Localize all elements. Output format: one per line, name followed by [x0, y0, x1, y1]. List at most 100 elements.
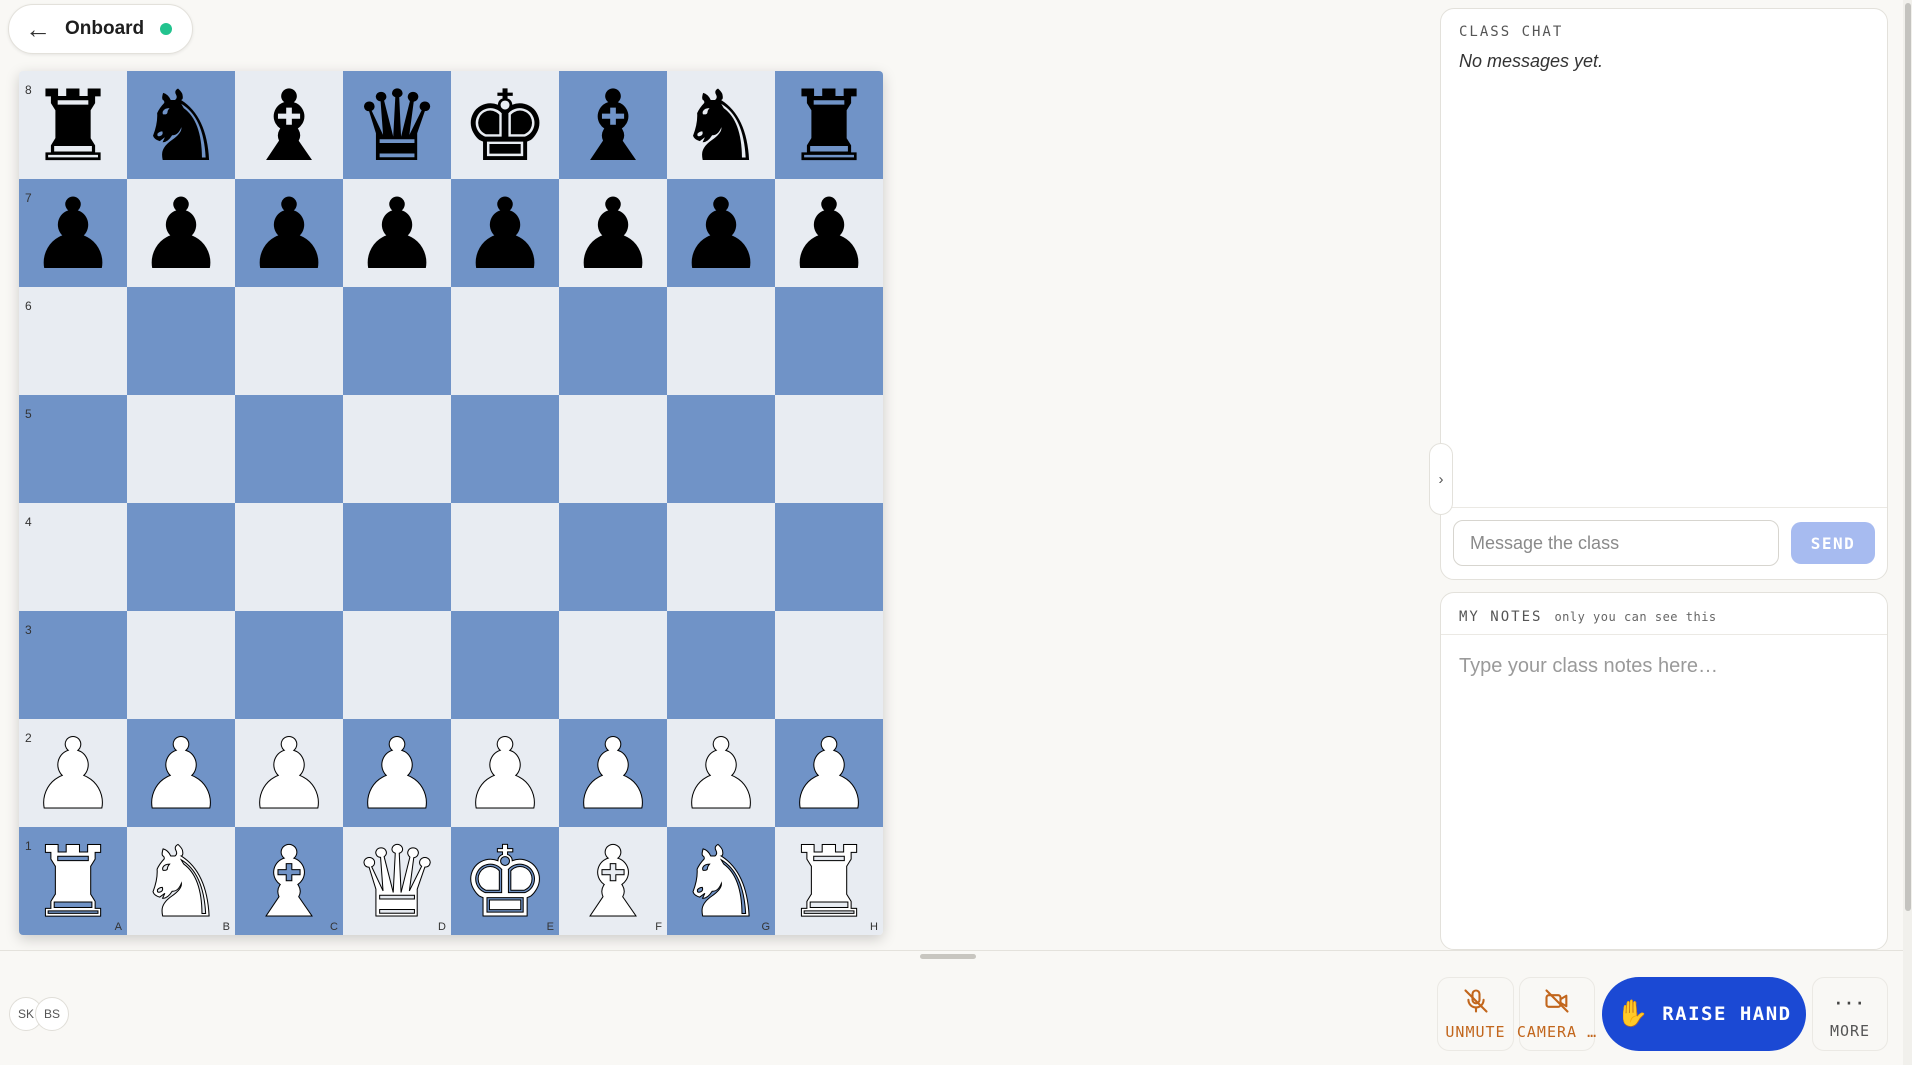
- camera-button[interactable]: CAMERA …: [1517, 977, 1596, 1051]
- notes-textarea[interactable]: [1442, 639, 1886, 939]
- black-pawn-icon[interactable]: ♟: [569, 186, 657, 284]
- chess-board[interactable]: ♜ 8 ♞ ♝ ♛ ♚ ♝ ♞ ♜ ♟ 7 ♟ ♟ ♟ ♟ ♟ ♟ ♟ 6 5 4 3 ♟ 2 ♟ ♟ ♟ ♟ ♟ ♟ ♟ ♜ 1 A ♞ B ♝ C ♛ D…: [19, 71, 883, 935]
- unmute-button[interactable]: UNMUTE: [1437, 977, 1514, 1051]
- square-d4[interactable]: [343, 503, 451, 611]
- square-a1[interactable]: ♜ 1 A: [19, 827, 127, 935]
- square-c6[interactable]: [235, 287, 343, 395]
- square-d1[interactable]: ♛ D: [343, 827, 451, 935]
- square-a4[interactable]: 4: [19, 503, 127, 611]
- white-pawn-icon[interactable]: ♟: [677, 726, 766, 825]
- black-pawn-icon[interactable]: ♟: [461, 186, 549, 284]
- square-f3[interactable]: [559, 611, 667, 719]
- white-queen-icon[interactable]: ♛: [353, 834, 442, 933]
- black-knight-icon[interactable]: ♞: [137, 78, 225, 176]
- square-e5[interactable]: [451, 395, 559, 503]
- square-h7[interactable]: ♟: [775, 179, 883, 287]
- square-e7[interactable]: ♟: [451, 179, 559, 287]
- square-g3[interactable]: [667, 611, 775, 719]
- white-pawn-icon[interactable]: ♟: [29, 726, 118, 825]
- white-pawn-icon[interactable]: ♟: [137, 726, 226, 825]
- square-c3[interactable]: [235, 611, 343, 719]
- square-h4[interactable]: [775, 503, 883, 611]
- square-a5[interactable]: 5: [19, 395, 127, 503]
- white-pawn-icon[interactable]: ♟: [245, 726, 334, 825]
- white-bishop-icon[interactable]: ♝: [245, 834, 334, 933]
- avatar[interactable]: BS: [35, 997, 69, 1031]
- square-a7[interactable]: ♟ 7: [19, 179, 127, 287]
- square-a6[interactable]: 6: [19, 287, 127, 395]
- more-button[interactable]: ··· MORE: [1812, 977, 1888, 1051]
- black-king-icon[interactable]: ♚: [461, 78, 549, 176]
- square-g4[interactable]: [667, 503, 775, 611]
- square-h8[interactable]: ♜: [775, 71, 883, 179]
- black-knight-icon[interactable]: ♞: [677, 78, 765, 176]
- white-knight-icon[interactable]: ♞: [677, 834, 766, 933]
- square-a3[interactable]: 3: [19, 611, 127, 719]
- square-e1[interactable]: ♚ E: [451, 827, 559, 935]
- square-b6[interactable]: [127, 287, 235, 395]
- square-e4[interactable]: [451, 503, 559, 611]
- square-b3[interactable]: [127, 611, 235, 719]
- back-button[interactable]: ← Onboard: [8, 4, 193, 54]
- square-f6[interactable]: [559, 287, 667, 395]
- black-pawn-icon[interactable]: ♟: [137, 186, 225, 284]
- square-e3[interactable]: [451, 611, 559, 719]
- square-c8[interactable]: ♝: [235, 71, 343, 179]
- collapse-panel-icon[interactable]: ›: [1429, 443, 1453, 515]
- white-king-icon[interactable]: ♚: [461, 834, 550, 933]
- square-d3[interactable]: [343, 611, 451, 719]
- square-a8[interactable]: ♜ 8: [19, 71, 127, 179]
- square-g7[interactable]: ♟: [667, 179, 775, 287]
- chat-message-input[interactable]: [1453, 520, 1779, 566]
- square-g5[interactable]: [667, 395, 775, 503]
- square-c5[interactable]: [235, 395, 343, 503]
- black-rook-icon[interactable]: ♜: [785, 78, 873, 176]
- black-bishop-icon[interactable]: ♝: [245, 78, 333, 176]
- black-pawn-icon[interactable]: ♟: [677, 186, 765, 284]
- square-f5[interactable]: [559, 395, 667, 503]
- square-e8[interactable]: ♚: [451, 71, 559, 179]
- white-rook-icon[interactable]: ♜: [29, 834, 118, 933]
- raise-hand-button[interactable]: ✋ RAISE HAND: [1602, 977, 1806, 1051]
- square-h2[interactable]: ♟: [775, 719, 883, 827]
- square-b1[interactable]: ♞ B: [127, 827, 235, 935]
- square-b4[interactable]: [127, 503, 235, 611]
- white-bishop-icon[interactable]: ♝: [569, 834, 658, 933]
- square-a2[interactable]: ♟ 2: [19, 719, 127, 827]
- square-c7[interactable]: ♟: [235, 179, 343, 287]
- square-f8[interactable]: ♝: [559, 71, 667, 179]
- white-pawn-icon[interactable]: ♟: [353, 726, 442, 825]
- square-f7[interactable]: ♟: [559, 179, 667, 287]
- black-pawn-icon[interactable]: ♟: [785, 186, 873, 284]
- square-g6[interactable]: [667, 287, 775, 395]
- square-d6[interactable]: [343, 287, 451, 395]
- square-d8[interactable]: ♛: [343, 71, 451, 179]
- black-pawn-icon[interactable]: ♟: [353, 186, 441, 284]
- square-g1[interactable]: ♞ G: [667, 827, 775, 935]
- square-f1[interactable]: ♝ F: [559, 827, 667, 935]
- square-h1[interactable]: ♜ H: [775, 827, 883, 935]
- square-d7[interactable]: ♟: [343, 179, 451, 287]
- square-f4[interactable]: [559, 503, 667, 611]
- white-knight-icon[interactable]: ♞: [137, 834, 226, 933]
- square-c4[interactable]: [235, 503, 343, 611]
- square-e6[interactable]: [451, 287, 559, 395]
- square-b2[interactable]: ♟: [127, 719, 235, 827]
- white-pawn-icon[interactable]: ♟: [785, 726, 874, 825]
- black-bishop-icon[interactable]: ♝: [569, 78, 657, 176]
- square-h3[interactable]: [775, 611, 883, 719]
- square-g8[interactable]: ♞: [667, 71, 775, 179]
- square-d2[interactable]: ♟: [343, 719, 451, 827]
- page-scrollbar-thumb[interactable]: [1905, 3, 1911, 911]
- black-pawn-icon[interactable]: ♟: [245, 186, 333, 284]
- square-b5[interactable]: [127, 395, 235, 503]
- send-button[interactable]: SEND: [1791, 522, 1875, 564]
- square-g2[interactable]: ♟: [667, 719, 775, 827]
- black-rook-icon[interactable]: ♜: [29, 78, 117, 176]
- resize-handle[interactable]: [920, 954, 976, 959]
- black-pawn-icon[interactable]: ♟: [29, 186, 117, 284]
- square-c1[interactable]: ♝ C: [235, 827, 343, 935]
- square-e2[interactable]: ♟: [451, 719, 559, 827]
- square-c2[interactable]: ♟: [235, 719, 343, 827]
- white-pawn-icon[interactable]: ♟: [569, 726, 658, 825]
